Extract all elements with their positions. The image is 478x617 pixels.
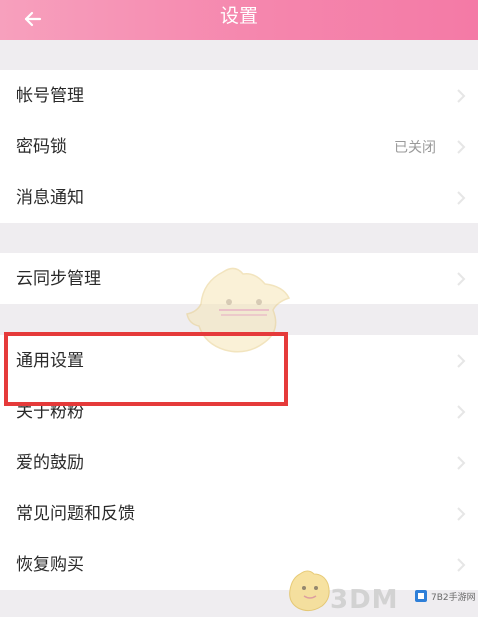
chevron-right-icon xyxy=(457,557,466,572)
chevron-right-icon xyxy=(457,190,466,205)
row-label: 恢复购买 xyxy=(16,554,84,575)
row-love-encouragement[interactable]: 爱的鼓励 xyxy=(0,437,478,488)
header-bar: 设置 xyxy=(0,0,478,40)
row-faq-feedback[interactable]: 常见问题和反馈 xyxy=(0,488,478,539)
page-title: 设置 xyxy=(219,5,258,27)
row-message-notification[interactable]: 消息通知 xyxy=(0,172,478,223)
password-lock-status: 已关闭 xyxy=(394,139,436,156)
chevron-right-icon xyxy=(457,455,466,470)
row-label: 云同步管理 xyxy=(16,268,101,289)
chevron-right-icon xyxy=(457,88,466,103)
row-restore-purchase[interactable]: 恢复购买 xyxy=(0,539,478,590)
row-label: 消息通知 xyxy=(16,187,84,208)
chevron-right-icon xyxy=(457,139,466,154)
site-watermark-text: 7B2手游网 xyxy=(431,592,476,603)
row-label: 帐号管理 xyxy=(16,85,84,106)
small-mascot-watermark-icon xyxy=(289,570,330,612)
row-account-management[interactable]: 帐号管理 xyxy=(0,70,478,121)
site-logo-icon xyxy=(415,590,427,602)
chevron-right-icon xyxy=(457,404,466,419)
chevron-right-icon xyxy=(457,271,466,286)
row-password-lock[interactable]: 密码锁 已关闭 xyxy=(0,121,478,172)
row-label: 常见问题和反馈 xyxy=(16,503,135,524)
watermark-3dm: 3DM xyxy=(330,585,399,615)
chevron-right-icon xyxy=(457,506,466,521)
row-label: 爱的鼓励 xyxy=(16,452,84,473)
row-label: 密码锁 xyxy=(16,136,67,157)
highlight-box xyxy=(4,332,288,406)
chevron-right-icon xyxy=(457,353,466,368)
settings-group-account: 帐号管理 密码锁 已关闭 消息通知 xyxy=(0,70,478,223)
site-watermark: 7B2手游网 xyxy=(414,583,476,609)
